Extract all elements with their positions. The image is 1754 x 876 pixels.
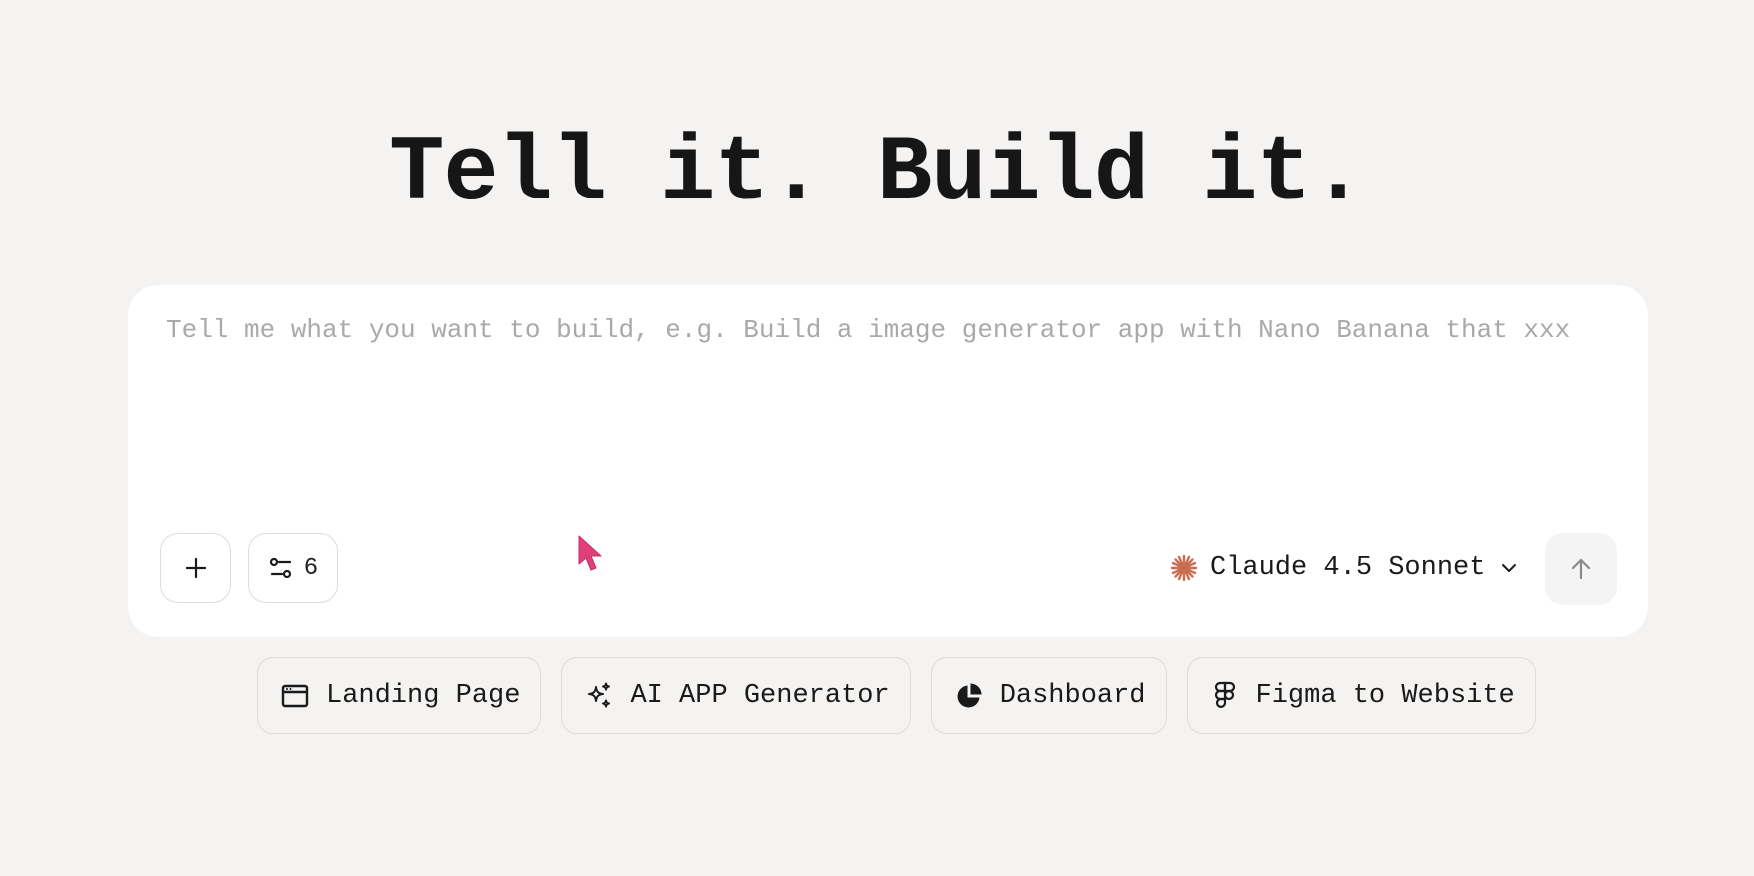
claude-starburst-icon (1170, 554, 1198, 582)
figma-icon (1210, 681, 1240, 711)
chip-label: AI APP Generator (630, 680, 890, 711)
browser-window-icon (280, 681, 310, 711)
sparkles-icon (584, 681, 614, 711)
prompt-composer: 6 Claude 4.5 Sonnet (128, 285, 1648, 637)
sliders-icon (268, 555, 294, 581)
chip-dashboard[interactable]: Dashboard (930, 657, 1167, 734)
chip-label: Landing Page (326, 680, 521, 711)
settings-button[interactable]: 6 (248, 533, 338, 603)
add-attachment-button[interactable] (160, 533, 231, 603)
pie-chart-icon (954, 681, 984, 711)
send-button[interactable] (1545, 533, 1617, 605)
settings-count: 6 (303, 554, 319, 582)
page-title: Tell it. Build it. (389, 121, 1366, 226)
arrow-up-icon (1568, 556, 1594, 582)
chip-label: Dashboard (999, 680, 1146, 711)
mouse-cursor-icon (577, 534, 605, 574)
chip-label: Figma to Website (1255, 680, 1515, 711)
chip-landing-page[interactable]: Landing Page (257, 657, 542, 734)
model-selector[interactable]: Claude 4.5 Sonnet (1170, 541, 1519, 595)
chevron-down-icon (1499, 558, 1519, 578)
model-label: Claude 4.5 Sonnet (1210, 553, 1486, 583)
chip-figma-to-website[interactable]: Figma to Website (1186, 657, 1536, 734)
suggestion-chips: Landing Page AI APP Generator Dashboard (257, 657, 1536, 734)
prompt-input[interactable] (166, 313, 1606, 463)
chip-ai-app-generator[interactable]: AI APP Generator (561, 657, 911, 734)
plus-icon (185, 557, 207, 579)
